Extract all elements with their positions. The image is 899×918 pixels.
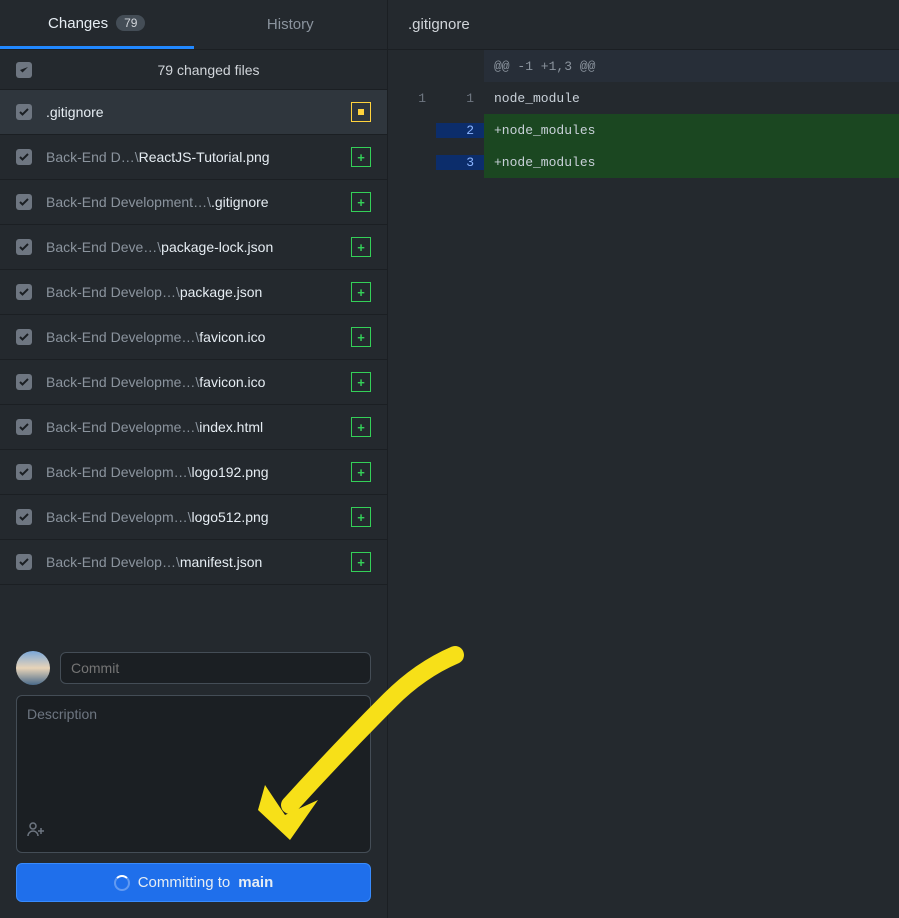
commit-summary-row	[16, 651, 371, 685]
tab-changes[interactable]: Changes 79	[0, 0, 194, 49]
file-label: Back-End Deve…\package-lock.json	[46, 239, 337, 255]
file-row[interactable]: Back-End Develop…\manifest.json +	[0, 540, 387, 585]
commit-button[interactable]: Committing to main	[16, 863, 371, 902]
description-placeholder: Description	[27, 706, 97, 722]
file-row[interactable]: Back-End Developm…\logo512.png +	[0, 495, 387, 540]
diff-line-content: +node_modules	[484, 114, 899, 146]
file-checkbox[interactable]	[16, 509, 32, 525]
file-label: Back-End Developme…\favicon.ico	[46, 374, 337, 390]
changes-count-badge: 79	[116, 15, 145, 31]
old-line-number: 1	[388, 91, 436, 106]
status-added-icon: +	[351, 147, 371, 167]
diff-line[interactable]: 11 node_module	[388, 82, 899, 114]
commit-description-input[interactable]: Description	[16, 695, 371, 853]
file-checkbox[interactable]	[16, 464, 32, 480]
file-label: Back-End Develop…\package.json	[46, 284, 337, 300]
status-added-icon: +	[351, 327, 371, 347]
commit-button-prefix: Committing to	[138, 874, 231, 891]
file-checkbox[interactable]	[16, 104, 32, 120]
file-checkbox[interactable]	[16, 554, 32, 570]
file-label: Back-End Develop…\manifest.json	[46, 554, 337, 570]
diff-line[interactable]: 2+node_modules	[388, 114, 899, 146]
commit-form: Description Committing to main	[0, 639, 387, 918]
tab-history[interactable]: History	[194, 0, 388, 49]
changed-files-list[interactable]: .gitignore Back-End D…\ReactJS-Tutorial.p…	[0, 90, 387, 639]
avatar	[16, 651, 50, 685]
diff-filename: .gitignore	[388, 0, 899, 50]
tab-changes-label: Changes	[48, 15, 108, 32]
file-checkbox[interactable]	[16, 329, 32, 345]
status-added-icon: +	[351, 552, 371, 572]
file-checkbox[interactable]	[16, 374, 32, 390]
tab-history-label: History	[267, 16, 314, 33]
changed-files-count: 79 changed files	[46, 62, 371, 78]
status-added-icon: +	[351, 372, 371, 392]
diff-line[interactable]: 3+node_modules	[388, 146, 899, 178]
file-checkbox[interactable]	[16, 239, 32, 255]
new-line-number: 3	[436, 155, 484, 170]
diff-hunk-header: @@ -1 +1,3 @@	[388, 50, 899, 82]
status-added-icon: +	[351, 237, 371, 257]
file-label: .gitignore	[46, 104, 337, 120]
diff-line-content: node_module	[484, 82, 899, 114]
file-row[interactable]: Back-End Developme…\favicon.ico +	[0, 315, 387, 360]
file-row[interactable]: Back-End Develop…\package.json +	[0, 270, 387, 315]
status-added-icon: +	[351, 417, 371, 437]
changes-sidebar: Changes 79 History 79 changed files .git…	[0, 0, 388, 918]
commit-summary-input[interactable]	[60, 652, 371, 684]
file-row[interactable]: Back-End Deve…\package-lock.json +	[0, 225, 387, 270]
file-row[interactable]: .gitignore	[0, 90, 387, 135]
file-row[interactable]: Back-End D…\ReactJS-Tutorial.png +	[0, 135, 387, 180]
status-added-icon: +	[351, 462, 371, 482]
spinner-icon	[114, 875, 130, 891]
add-coauthor-icon[interactable]	[27, 821, 47, 842]
new-line-number: 2	[436, 123, 484, 138]
status-modified-icon	[351, 102, 371, 122]
file-label: Back-End Developm…\logo192.png	[46, 464, 337, 480]
diff-panel: .gitignore @@ -1 +1,3 @@11 node_module2+…	[388, 0, 899, 918]
diff-line-content: +node_modules	[484, 146, 899, 178]
select-all-checkbox[interactable]	[16, 62, 32, 78]
file-label: Back-End Developme…\index.html	[46, 419, 337, 435]
changes-header: 79 changed files	[0, 50, 387, 90]
file-label: Back-End Developme…\favicon.ico	[46, 329, 337, 345]
file-row[interactable]: Back-End Developm…\logo192.png +	[0, 450, 387, 495]
file-label: Back-End D…\ReactJS-Tutorial.png	[46, 149, 337, 165]
new-line-number: 1	[436, 91, 484, 106]
file-checkbox[interactable]	[16, 284, 32, 300]
status-added-icon: +	[351, 192, 371, 212]
commit-button-branch: main	[238, 874, 273, 891]
status-added-icon: +	[351, 282, 371, 302]
file-row[interactable]: Back-End Developme…\favicon.ico +	[0, 360, 387, 405]
sidebar-tabs: Changes 79 History	[0, 0, 387, 50]
file-checkbox[interactable]	[16, 194, 32, 210]
file-checkbox[interactable]	[16, 149, 32, 165]
diff-body[interactable]: @@ -1 +1,3 @@11 node_module2+node_module…	[388, 50, 899, 178]
status-added-icon: +	[351, 507, 371, 527]
file-checkbox[interactable]	[16, 419, 32, 435]
file-row[interactable]: Back-End Development…\.gitignore +	[0, 180, 387, 225]
file-row[interactable]: Back-End Developme…\index.html +	[0, 405, 387, 450]
file-label: Back-End Development…\.gitignore	[46, 194, 337, 210]
file-label: Back-End Developm…\logo512.png	[46, 509, 337, 525]
